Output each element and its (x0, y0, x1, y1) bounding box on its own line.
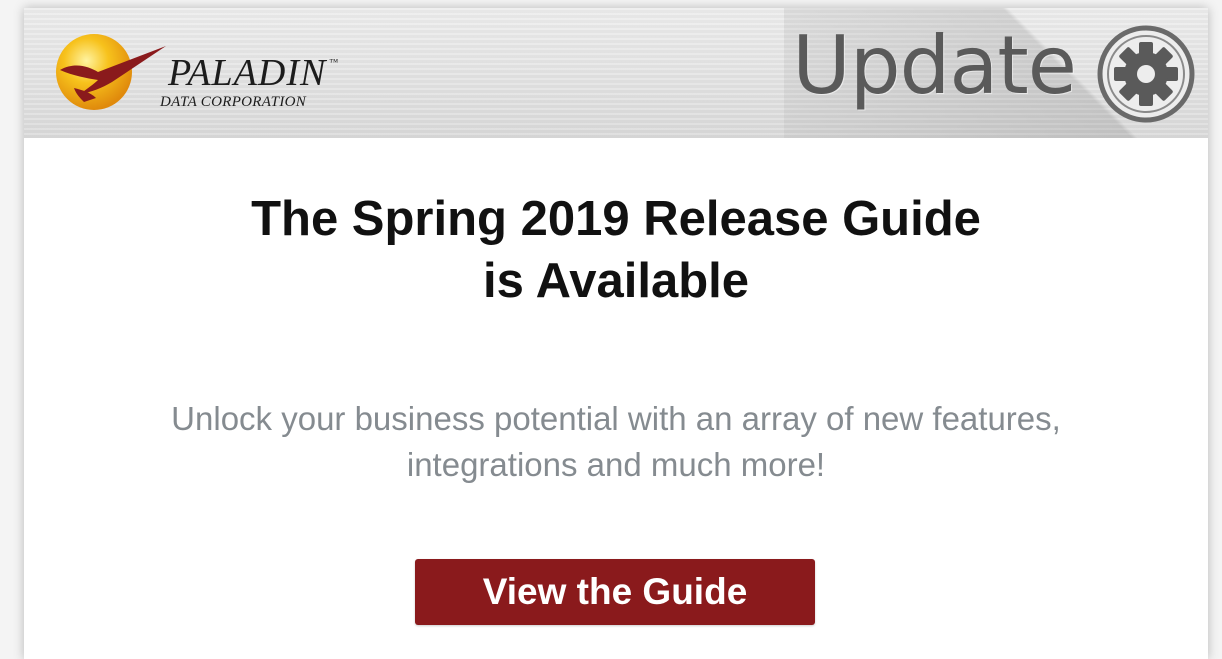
logo-trademark: ™ (329, 57, 340, 67)
release-headline: The Spring 2019 Release Guide is Availab… (24, 188, 1208, 312)
logo-name-text: PALADIN (168, 52, 327, 94)
headline-line-2: is Available (482, 254, 749, 308)
paladin-emblem-icon (56, 34, 166, 110)
email-card: PALADIN ™ DATA CORPORATION Update The Spr… (24, 8, 1208, 659)
description-line-2: integrations and much more! (406, 446, 826, 483)
update-banner: PALADIN ™ DATA CORPORATION Update (24, 8, 1208, 138)
headline-line-1: The Spring 2019 Release Guide (251, 192, 981, 246)
description-line-1: Unlock your business potential with an a… (171, 400, 1061, 437)
logo-subtitle: DATA CORPORATION (160, 94, 307, 110)
release-description: Unlock your business potential with an a… (24, 396, 1208, 488)
view-guide-button[interactable]: View the Guide (415, 559, 815, 625)
gear-icon (1097, 25, 1195, 123)
paladin-logo[interactable]: PALADIN ™ DATA CORPORATION (54, 32, 374, 118)
logo-wordmark: PALADIN ™ (168, 52, 340, 94)
update-title: Update (792, 19, 1077, 112)
